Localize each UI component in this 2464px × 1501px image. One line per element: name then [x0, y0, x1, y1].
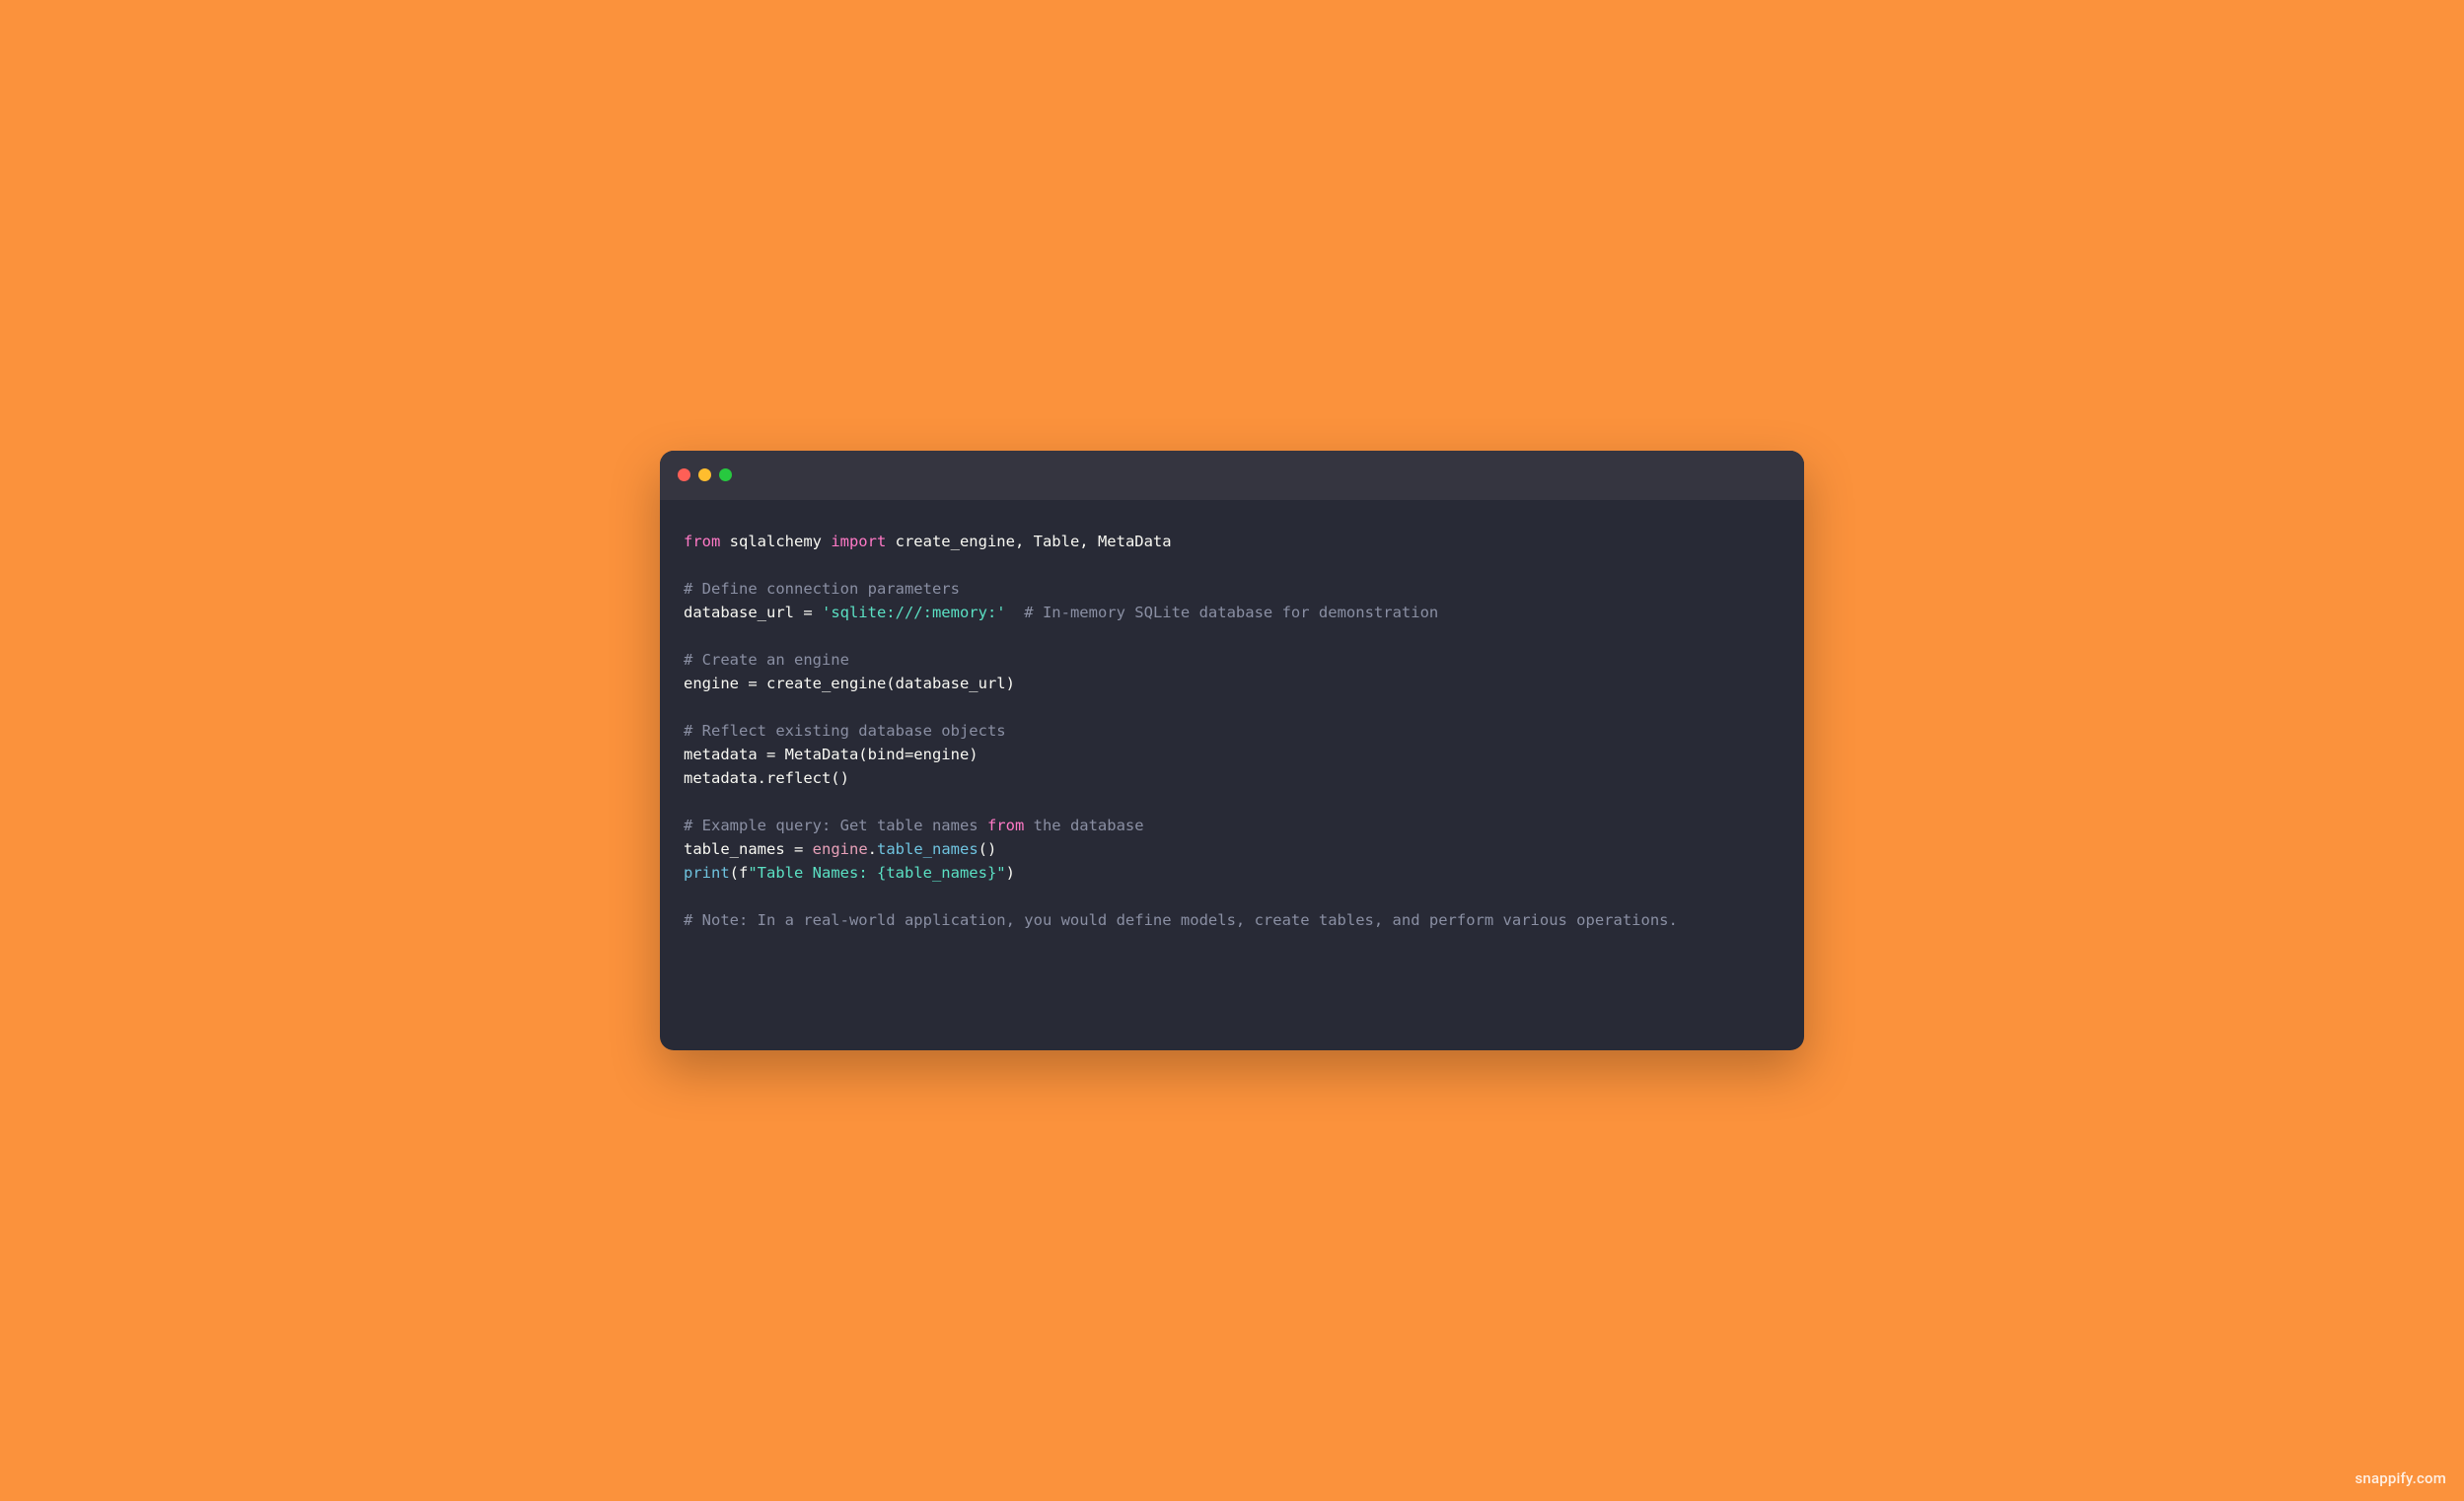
code-token	[1006, 604, 1025, 621]
code-token: ()	[978, 840, 997, 858]
code-token: )	[1006, 864, 1015, 882]
code-token: # Create an engine	[684, 651, 849, 669]
code-line: # Define connection parameters	[684, 577, 1780, 601]
code-token: from	[987, 817, 1024, 834]
code-line	[684, 790, 1780, 814]
code-token: import	[831, 533, 886, 550]
code-line: table_names = engine.table_names()	[684, 837, 1780, 861]
code-token: # Reflect existing database objects	[684, 722, 1006, 740]
code-token: # Define connection parameters	[684, 580, 960, 598]
code-line: metadata = MetaData(bind=engine)	[684, 743, 1780, 766]
code-token: table_names =	[684, 840, 813, 858]
code-token: metadata = MetaData(bind=engine)	[684, 746, 978, 763]
code-token: (f	[730, 864, 749, 882]
close-icon[interactable]	[678, 468, 690, 481]
code-token: engine = create_engine(database_url)	[684, 675, 1015, 692]
minimize-icon[interactable]	[698, 468, 711, 481]
code-token: metadata.reflect()	[684, 769, 849, 787]
code-token: engine	[813, 840, 868, 858]
code-line: # Reflect existing database objects	[684, 719, 1780, 743]
code-token: # Example query: Get table names	[684, 817, 987, 834]
code-token: 'sqlite:///:memory:'	[822, 604, 1006, 621]
code-token: from	[684, 533, 720, 550]
code-token: table_names	[877, 840, 978, 858]
code-line: # Example query: Get table names from th…	[684, 814, 1780, 837]
code-line	[684, 624, 1780, 648]
code-line	[684, 885, 1780, 908]
code-token: create_engine, Table, MetaData	[886, 533, 1171, 550]
code-line: database_url = 'sqlite:///:memory:' # In…	[684, 601, 1780, 624]
code-token: print	[684, 864, 730, 882]
code-line	[684, 553, 1780, 577]
code-line: engine = create_engine(database_url)	[684, 672, 1780, 695]
code-line: # Note: In a real-world application, you…	[684, 908, 1780, 932]
code-token: # Note: In a real-world application, you…	[684, 911, 1678, 929]
code-token: database_url =	[684, 604, 822, 621]
code-token: sqlalchemy	[720, 533, 831, 550]
code-token: the database	[1024, 817, 1143, 834]
code-block: from sqlalchemy import create_engine, Ta…	[660, 500, 1804, 1050]
code-line: print(f"Table Names: {table_names}")	[684, 861, 1780, 885]
code-token: # In-memory SQLite database for demonstr…	[1024, 604, 1438, 621]
code-line	[684, 695, 1780, 719]
code-token: "Table Names: {table_names}"	[748, 864, 1005, 882]
zoom-icon[interactable]	[719, 468, 732, 481]
code-line: from sqlalchemy import create_engine, Ta…	[684, 530, 1780, 553]
code-window: from sqlalchemy import create_engine, Ta…	[660, 451, 1804, 1050]
code-token: .	[868, 840, 877, 858]
watermark: snappify.com	[2355, 1469, 2446, 1487]
code-line: # Create an engine	[684, 648, 1780, 672]
window-titlebar	[660, 451, 1804, 500]
code-line: metadata.reflect()	[684, 766, 1780, 790]
